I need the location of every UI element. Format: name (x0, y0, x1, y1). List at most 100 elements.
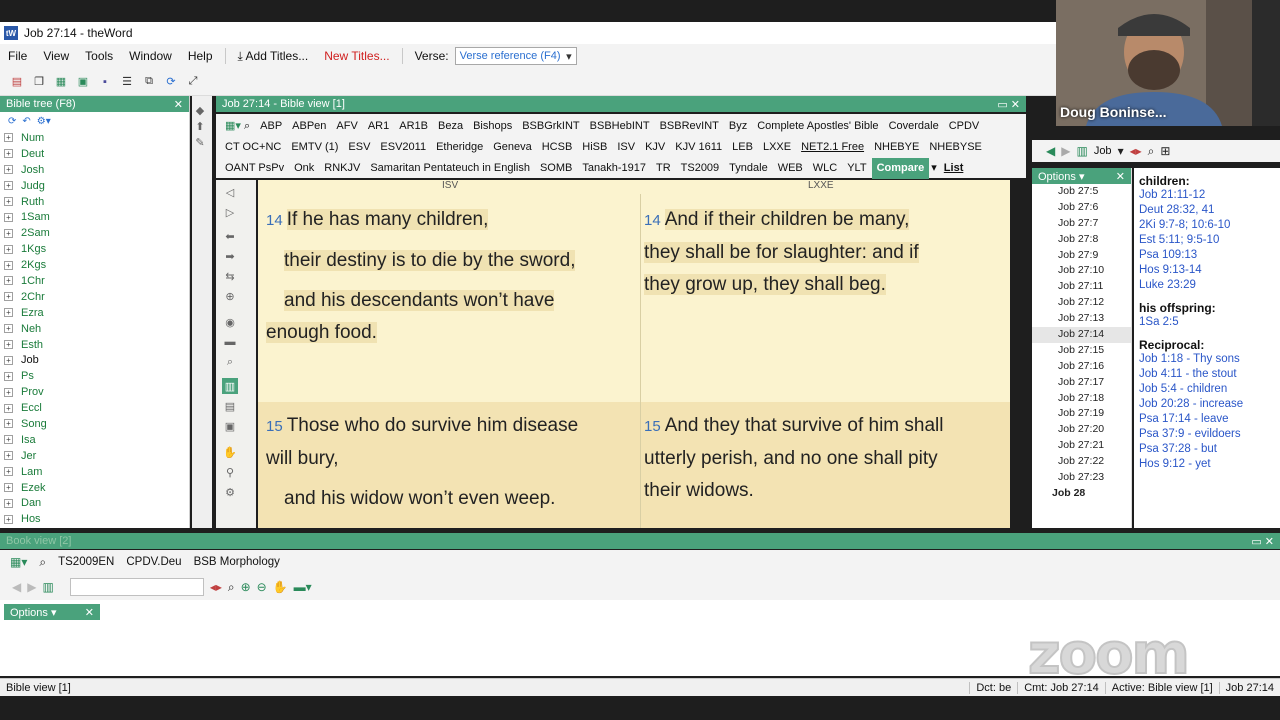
close-icon[interactable]: ✕ (85, 606, 94, 619)
add-titles-button[interactable]: ⤓ Add Titles... (230, 49, 317, 64)
bible-version-tab[interactable]: YLT (842, 158, 871, 179)
bookmark-icon[interactable]: ⬅ (222, 228, 238, 244)
verse-list-item[interactable]: Job 27:10 (1032, 263, 1131, 279)
xref-link[interactable]: Job 20:28 - increase (1139, 397, 1280, 412)
bible-version-tab[interactable]: BSBRevINT (655, 116, 724, 137)
zoom-in-icon[interactable]: ⊕ (241, 580, 251, 594)
bible-version-tab[interactable]: CPDV (944, 116, 985, 137)
verse-list-item[interactable]: Job 27:7 (1032, 216, 1131, 232)
bible-version-tab[interactable]: SOMB (535, 158, 577, 179)
expand-icon[interactable]: + (4, 355, 13, 365)
expand-icon[interactable]: + (4, 498, 13, 508)
tree-book-item[interactable]: + Lam (0, 464, 189, 480)
bible-version-tab[interactable]: Coverdale (884, 116, 944, 137)
search-icon[interactable]: ⌕ (39, 555, 46, 570)
expand-icon[interactable]: + (4, 514, 13, 524)
bible-version-tab[interactable]: Tanakh-1917 (577, 158, 651, 179)
tree-book-item[interactable]: + Job (0, 352, 189, 368)
tree-book-item[interactable]: + Judg (0, 178, 189, 194)
xref-link[interactable]: Psa 109:13 (1139, 248, 1280, 263)
bible-version-tab[interactable]: Byz (724, 116, 752, 137)
zoom-out-icon[interactable]: ⊖ (257, 580, 267, 594)
bible-version-tab[interactable]: KJV 1611 (670, 137, 727, 158)
verse-list-item[interactable]: Job 27:8 (1032, 232, 1131, 248)
options-dropdown[interactable]: Options ▾ (1038, 170, 1085, 183)
bible-version-tab[interactable]: HiSB (577, 137, 612, 158)
menu-icon[interactable]: ☰ (118, 73, 136, 91)
bible-version-tab[interactable]: Bishops (468, 116, 517, 137)
bible-version-tab[interactable]: AR1B (394, 116, 433, 137)
search-icon[interactable]: ⌕ (228, 580, 235, 595)
xref-link[interactable]: Hos 9:12 - yet (1139, 457, 1280, 472)
close-icon[interactable]: ✕ (1265, 536, 1274, 548)
bible-version-tab[interactable]: Geneva (488, 137, 537, 158)
xref-link[interactable]: 1Sa 2:5 (1139, 315, 1280, 330)
xref-link[interactable]: Hos 9:13-14 (1139, 263, 1280, 278)
document-icon[interactable]: ▤ (222, 398, 238, 414)
tree-book-item[interactable]: + Ezra (0, 305, 189, 321)
expand-icon[interactable]: + (4, 324, 13, 334)
zoom-icon[interactable]: ⊕ (222, 288, 238, 304)
expand-icon[interactable]: + (4, 133, 13, 143)
book-selector[interactable]: Job (1094, 145, 1112, 157)
chapter-list-item[interactable]: Job 28 (1032, 486, 1131, 502)
tree-book-item[interactable]: + Esth (0, 337, 189, 353)
verse-list-item[interactable]: Job 27:14 (1032, 327, 1131, 343)
bible-version-tab[interactable]: ESV2011 (375, 137, 431, 158)
pin-icon[interactable]: ◆ (192, 102, 208, 118)
bible-version-tab[interactable]: ABP (255, 116, 287, 137)
bible-version-tab[interactable]: RNKJV (319, 158, 365, 179)
chevron-down-icon[interactable]: ▾ (1118, 144, 1124, 158)
back-icon[interactable]: ◁ (222, 184, 238, 200)
notes-icon[interactable]: ▣ (222, 418, 238, 434)
bible-version-tab[interactable]: CT OC+NC (220, 137, 286, 158)
library-icon[interactable]: ▦▾ (10, 555, 27, 569)
book-tab-ts2009en[interactable]: TS2009EN (58, 556, 114, 568)
nav-arrows-icon[interactable]: ◂▸ (1130, 144, 1142, 158)
bible-version-tab[interactable]: Complete Apostles' Bible (752, 116, 883, 137)
next-icon[interactable]: ➡ (222, 248, 238, 264)
bible-version-tab[interactable]: ABPen (287, 116, 331, 137)
bible-version-tab[interactable]: OANT PsPv (220, 158, 289, 179)
bible-version-tab[interactable]: NHEBYE (869, 137, 924, 158)
expand-icon[interactable]: + (4, 197, 13, 206)
book-topic-selector[interactable] (69, 578, 204, 596)
tree-book-item[interactable]: + Ezek (0, 480, 189, 496)
tree-book-item[interactable]: +2Kgs (0, 257, 189, 273)
refresh-icon[interactable]: ⟳ (162, 73, 180, 91)
new-titles-button[interactable]: New Titles... (316, 49, 397, 63)
refresh-icon[interactable]: ⟳ (8, 116, 16, 127)
tree-book-item[interactable]: + Jer (0, 448, 189, 464)
layout-icon[interactable]: ▬▾ (294, 580, 312, 594)
xref-link[interactable]: Luke 23:29 (1139, 278, 1280, 293)
bible-version-tab[interactable]: NHEBYSE (924, 137, 987, 158)
xref-link[interactable]: Job 4:11 - the stout (1139, 367, 1280, 382)
verse-14-isv[interactable]: 14 If he has many children, their destiny… (266, 204, 636, 349)
verse-list-item[interactable]: Job 27:20 (1032, 422, 1131, 438)
menu-file[interactable]: File (0, 49, 35, 63)
expand-icon[interactable]: + (4, 403, 13, 413)
book-tab-cpdv-deu[interactable]: CPDV.Deu (126, 556, 181, 568)
panel-icon[interactable]: ▥ (1076, 144, 1087, 158)
nav-arrows-icon[interactable]: ◂▸ (210, 580, 222, 594)
bible-menu-icon[interactable]: ▦▾ ⌕ (220, 116, 255, 137)
tree-book-item[interactable]: + Num (0, 130, 189, 146)
bible-version-tab[interactable]: ISV (612, 137, 640, 158)
bible-version-tab[interactable]: AR1 (363, 116, 394, 137)
verse-list-item[interactable]: Job 27:6 (1032, 200, 1131, 216)
menu-tools[interactable]: Tools (77, 49, 121, 63)
expand-icon[interactable]: + (4, 467, 13, 477)
expand-icon[interactable]: + (4, 149, 13, 159)
close-icon[interactable]: ✕ (1011, 99, 1020, 111)
layout-icon[interactable]: ⊞ (1160, 144, 1170, 158)
tree-book-item[interactable]: + Isa (0, 432, 189, 448)
hand-icon[interactable]: ✋ (273, 580, 288, 594)
xref-link[interactable]: Psa 37:28 - but (1139, 442, 1280, 457)
verse-list-item[interactable]: Job 27:9 (1032, 248, 1131, 264)
expand-icon[interactable]: + (4, 483, 13, 493)
parallel-icon[interactable]: ▥ (222, 378, 238, 394)
bible-version-tab[interactable]: BSBGrkINT (517, 116, 584, 137)
xref-link[interactable]: Psa 17:14 - leave (1139, 412, 1280, 427)
tree-book-item[interactable]: + Eccl (0, 400, 189, 416)
verse-list-item[interactable]: Job 27:12 (1032, 295, 1131, 311)
